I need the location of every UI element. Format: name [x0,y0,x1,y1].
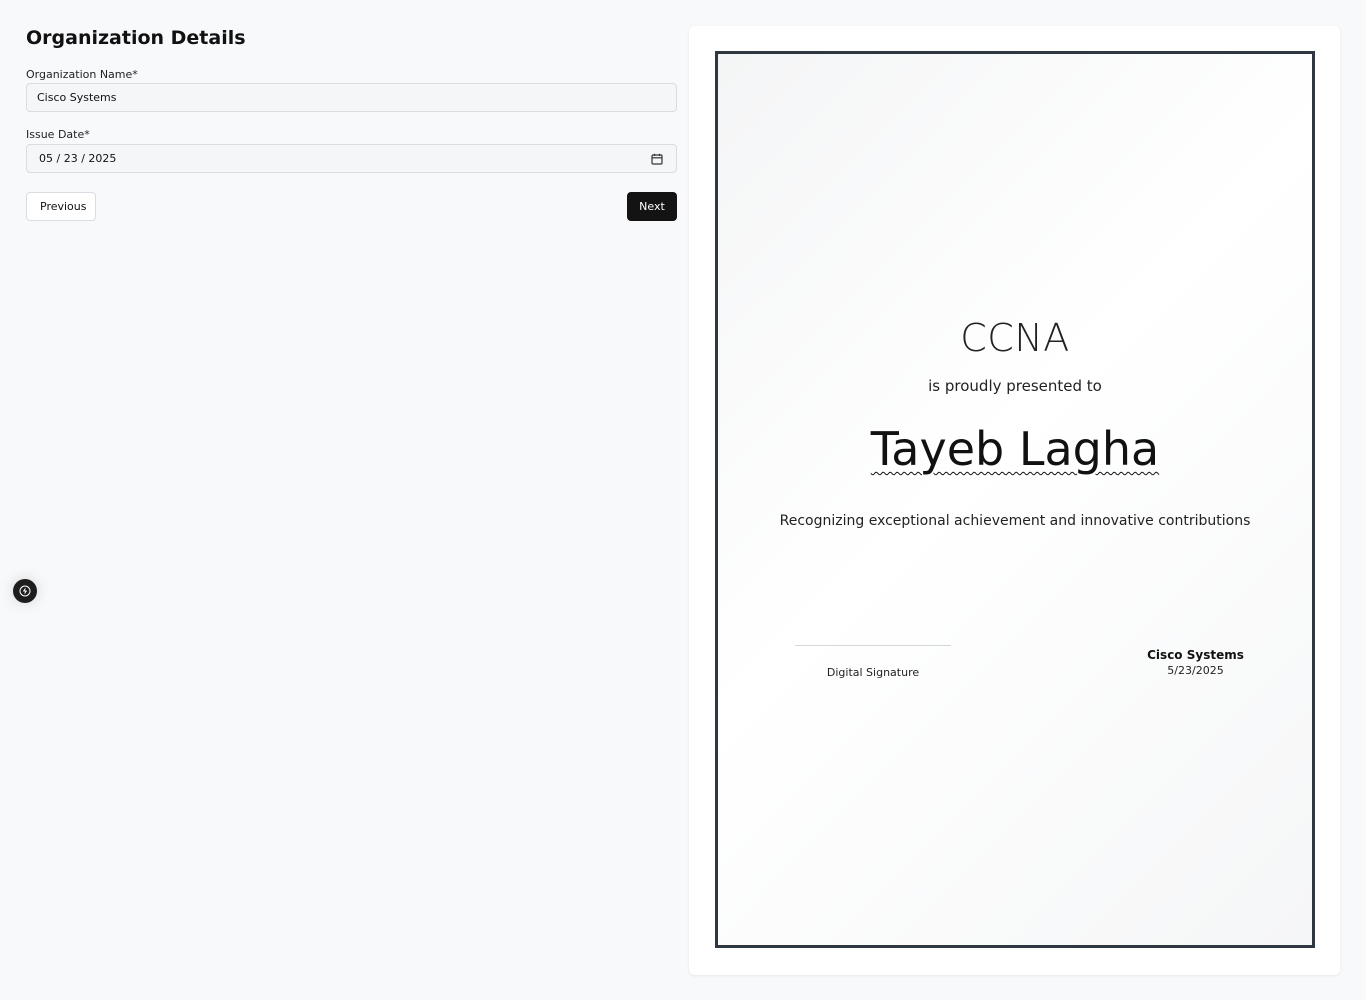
issue-date-value: 05 / 23 / 2025 [39,152,117,165]
issuer-organization: Cisco Systems [1147,648,1244,662]
signature-label: Digital Signature [826,666,920,679]
form-title: Organization Details [26,27,246,49]
certificate-presented-text: is proudly presented to [928,377,1102,395]
certificate: CCNA is proudly presented to Tayeb Lagha… [715,51,1315,948]
organization-form: Organization Details Organization Name* … [26,26,677,221]
issue-date-label: Issue Date* [26,128,90,141]
issue-date-input[interactable]: 05 / 23 / 2025 [26,144,677,173]
lightning-icon [19,582,31,601]
organization-name-label: Organization Name* [26,68,138,81]
issue-date-display: 5/23/2025 [1167,664,1224,677]
organization-name-input[interactable] [26,83,677,112]
recipient-name-text: Tayeb Lagha [870,422,1160,476]
previous-button[interactable]: Previous [26,192,96,221]
next-button[interactable]: Next [627,192,677,221]
certificate-preview-panel: CCNA is proudly presented to Tayeb Lagha… [689,26,1340,975]
issuer-block: Cisco Systems 5/23/2025 [1128,647,1263,678]
calendar-icon[interactable] [650,152,664,166]
certificate-title: CCNA [960,316,1070,360]
lightning-fab-button[interactable] [13,579,37,603]
signature-block: Digital Signature [795,645,951,680]
certificate-recipient-name: Tayeb Lagha [718,421,1312,477]
certificate-description: Recognizing exceptional achievement and … [779,513,1251,529]
signature-line [795,645,951,646]
